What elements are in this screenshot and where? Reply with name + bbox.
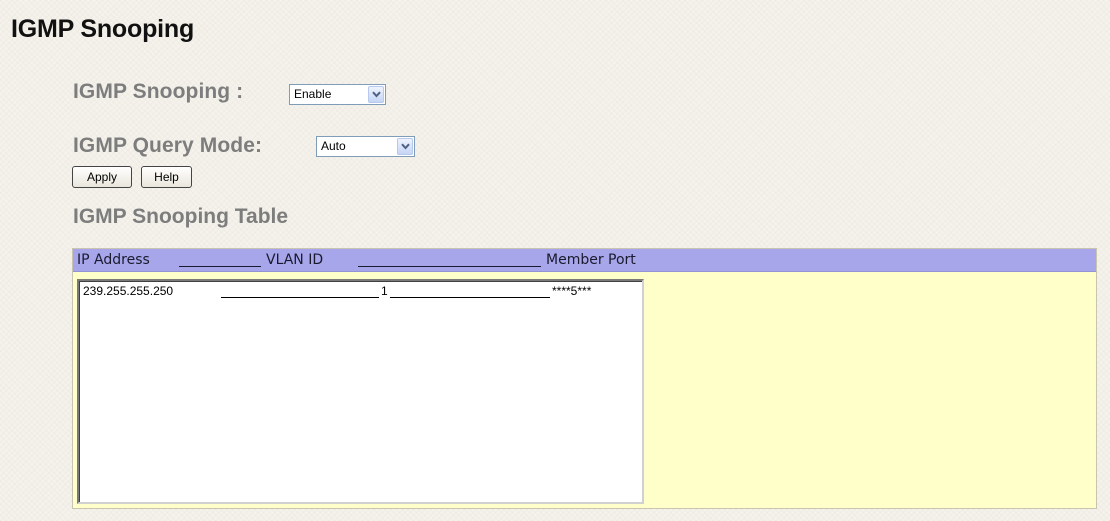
table-header: IP Address VLAN ID Member Port: [73, 249, 1096, 272]
igmp-query-mode-select-value: Auto: [321, 139, 346, 153]
column-header-member-port: Member Port: [546, 252, 636, 268]
igmp-snooping-select[interactable]: Enable: [289, 84, 386, 105]
igmp-query-mode-select[interactable]: Auto: [316, 136, 415, 157]
ip-address-cell: 239.255.255.250: [83, 284, 174, 298]
chevron-down-icon[interactable]: [397, 138, 413, 155]
igmp-snooping-label: IGMP Snooping :: [73, 80, 244, 103]
row-separator: [221, 297, 379, 298]
header-separator: [179, 266, 261, 267]
column-header-ip-address: IP Address: [77, 252, 150, 268]
igmp-snooping-select-value: Enable: [294, 87, 332, 101]
help-button[interactable]: Help: [141, 166, 192, 188]
chevron-down-icon[interactable]: [368, 86, 384, 103]
table-row[interactable]: 239.255.255.250 1 ****5***: [83, 284, 638, 300]
igmp-query-mode-label: IGMP Query Mode:: [73, 134, 263, 157]
apply-button[interactable]: Apply: [72, 166, 132, 188]
vlan-id-cell: 1: [381, 284, 388, 298]
row-separator: [390, 297, 550, 298]
igmp-entries-listbox[interactable]: 239.255.255.250 1 ****5***: [77, 279, 644, 504]
member-port-cell: ****5***: [552, 284, 592, 298]
header-separator: [358, 266, 541, 267]
igmp-snooping-table: IP Address VLAN ID Member Port 239.255.2…: [72, 248, 1097, 509]
page-title: IGMP Snooping: [11, 15, 195, 43]
igmp-snooping-table-heading: IGMP Snooping Table: [73, 205, 289, 228]
column-header-vlan-id: VLAN ID: [266, 252, 324, 268]
